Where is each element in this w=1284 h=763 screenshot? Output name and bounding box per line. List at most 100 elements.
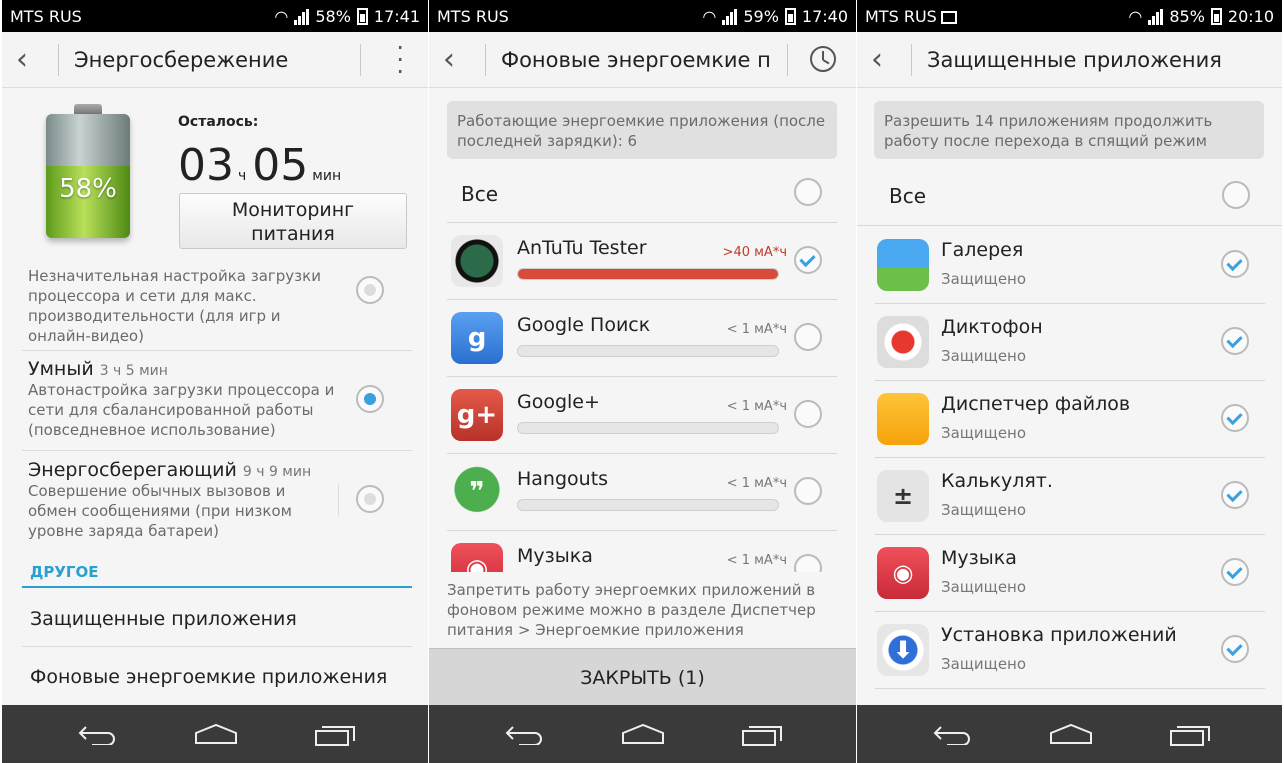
app-status: Защищено: [941, 578, 1027, 596]
mode-description: Совершение обычных вызовов и обмен сообщ…: [28, 482, 292, 540]
protected-app-row[interactable]: ± Калькулят. Защищено: [875, 458, 1265, 535]
carrier-name: MTS RUS: [10, 7, 82, 26]
mode-smart-radio[interactable]: [356, 385, 384, 413]
protected-app-row[interactable]: ◉ Музыка Защищено: [875, 535, 1265, 612]
mode-time: 3 ч 5 мин: [99, 363, 168, 379]
app-checkbox[interactable]: [1221, 558, 1249, 586]
page-title: Энергосбережение: [74, 48, 289, 72]
protected-app-row[interactable]: Диспетчер файлов Защищено: [875, 381, 1265, 458]
remaining-time: 03 ч 05 мин: [178, 140, 347, 191]
app-usage: < 1 мА*ч: [726, 476, 787, 491]
battery-percent-label: 58%: [59, 174, 117, 204]
mode-name: Умный: [28, 358, 94, 380]
app-row[interactable]: g+ Google+ < 1 мА*ч: [447, 376, 837, 452]
screen-protected-apps: MTS RUS ◠ 85% 20:10 ‹ Защищенные приложе…: [857, 0, 1282, 763]
app-checkbox[interactable]: [1221, 635, 1249, 663]
app-status: Защищено: [941, 655, 1027, 673]
mode-power-saving[interactable]: Энергосберегающий 9 ч 9 мин Совершение об…: [28, 459, 408, 541]
back-arrow-icon[interactable]: ‹: [16, 42, 28, 77]
more-menu-icon[interactable]: · · ·: [396, 36, 404, 84]
wifi-icon: ◠: [274, 7, 289, 26]
mode-performance-radio[interactable]: [356, 276, 384, 304]
protected-app-row[interactable]: Галерея Защищено: [875, 227, 1265, 304]
calculator-icon: ±: [877, 470, 929, 522]
nav-recent-icon[interactable]: [314, 723, 356, 747]
installer-icon: ⬇: [877, 624, 929, 676]
app-checkbox[interactable]: [1221, 250, 1249, 278]
app-checkbox[interactable]: [794, 554, 822, 572]
app-name: Диспетчер файлов: [941, 393, 1131, 415]
usage-bar: [517, 268, 779, 280]
mode-name: Энергосберегающий: [28, 459, 237, 481]
nav-home-icon[interactable]: [194, 723, 238, 745]
app-checkbox[interactable]: [794, 477, 822, 505]
mode-performance[interactable]: Незначительная настройка загрузки процес…: [28, 266, 408, 346]
action-bar: ‹ Энергосбережение · · ·: [2, 32, 428, 88]
menu-protected-apps[interactable]: Защищенные приложения: [30, 608, 297, 630]
section-other-title: ДРУГОЕ: [30, 563, 99, 581]
app-checkbox[interactable]: [1221, 327, 1249, 355]
music-icon: ◉: [451, 543, 503, 572]
gallery-icon: [877, 239, 929, 291]
close-button[interactable]: ЗАКРЫТЬ (1): [429, 648, 856, 706]
nav-recent-icon[interactable]: [1169, 723, 1211, 747]
app-name: Google Поиск: [517, 314, 651, 336]
app-name: Галерея: [941, 239, 1024, 261]
app-usage: < 1 мА*ч: [726, 322, 787, 337]
app-status: Защищено: [941, 424, 1027, 442]
app-usage: < 1 мА*ч: [726, 399, 787, 414]
navigation-bar: [857, 705, 1282, 763]
google-search-icon: g: [451, 312, 503, 364]
app-checkbox[interactable]: [794, 246, 822, 274]
app-row[interactable]: AnTuTu Tester >40 мА*ч: [447, 222, 837, 298]
hangouts-icon: ❞: [451, 466, 503, 518]
mode-description: Незначительная настройка загрузки процес…: [28, 267, 321, 345]
divider: [360, 44, 361, 76]
nav-back-icon[interactable]: [78, 723, 118, 745]
app-name: Google+: [517, 391, 600, 413]
app-usage: < 1 мА*ч: [726, 553, 787, 568]
google-plus-icon: g+: [451, 389, 503, 441]
usage-bar: [517, 345, 779, 357]
app-name: Калькулят.: [941, 470, 1053, 492]
remaining-label: Осталось:: [178, 114, 259, 130]
mode-description: Автонастройка загрузки процессора и сети…: [28, 381, 335, 439]
status-bar: MTS RUS ◠ 58% 17:41: [2, 0, 428, 32]
app-name: AnTuTu Tester: [517, 237, 647, 259]
menu-background-apps[interactable]: Фоновые энергоемкие приложения: [30, 666, 387, 688]
app-checkbox[interactable]: [1221, 481, 1249, 509]
app-checkbox[interactable]: [1221, 404, 1249, 432]
mode-smart[interactable]: Умный 3 ч 5 мин Автонастройка загрузки пр…: [28, 358, 408, 440]
navigation-bar: [429, 705, 856, 763]
nav-home-icon[interactable]: [1049, 723, 1093, 745]
remaining-hours: 03: [178, 140, 234, 191]
app-status: Защищено: [941, 347, 1027, 365]
footer-note: Запретить работу энергоемких приложений …: [447, 581, 816, 639]
app-name: Музыка: [941, 547, 1017, 569]
mode-power-saving-radio[interactable]: [356, 485, 384, 513]
app-row[interactable]: ◉ Музыка < 1 мА*ч: [447, 530, 837, 572]
protected-app-row[interactable]: ⬇ Установка приложений Защищено: [875, 612, 1265, 689]
power-monitoring-button[interactable]: Мониторинг питания: [179, 193, 407, 249]
recorder-icon: [877, 316, 929, 368]
nav-home-icon[interactable]: [621, 723, 665, 745]
app-status: Защищено: [941, 270, 1027, 288]
battery-percent: 58%: [315, 7, 351, 26]
app-name: Диктофон: [941, 316, 1043, 338]
divider: [58, 44, 59, 76]
app-name: Установка приложений: [941, 624, 1177, 646]
protected-app-row[interactable]: Диктофон Защищено: [875, 304, 1265, 381]
nav-back-icon[interactable]: [505, 723, 545, 745]
nav-recent-icon[interactable]: [741, 723, 783, 747]
usage-bar: [517, 422, 779, 434]
app-row[interactable]: ❞ Hangouts < 1 мА*ч: [447, 453, 837, 529]
app-checkbox[interactable]: [794, 400, 822, 428]
mode-time: 9 ч 9 мин: [242, 464, 312, 480]
app-row[interactable]: g Google Поиск < 1 мА*ч: [447, 299, 837, 375]
navigation-bar: [2, 705, 428, 763]
files-icon: [877, 393, 929, 445]
antutu-icon: [451, 235, 503, 287]
app-checkbox[interactable]: [794, 323, 822, 351]
nav-back-icon[interactable]: [933, 723, 973, 745]
app-name: Музыка: [517, 545, 593, 567]
